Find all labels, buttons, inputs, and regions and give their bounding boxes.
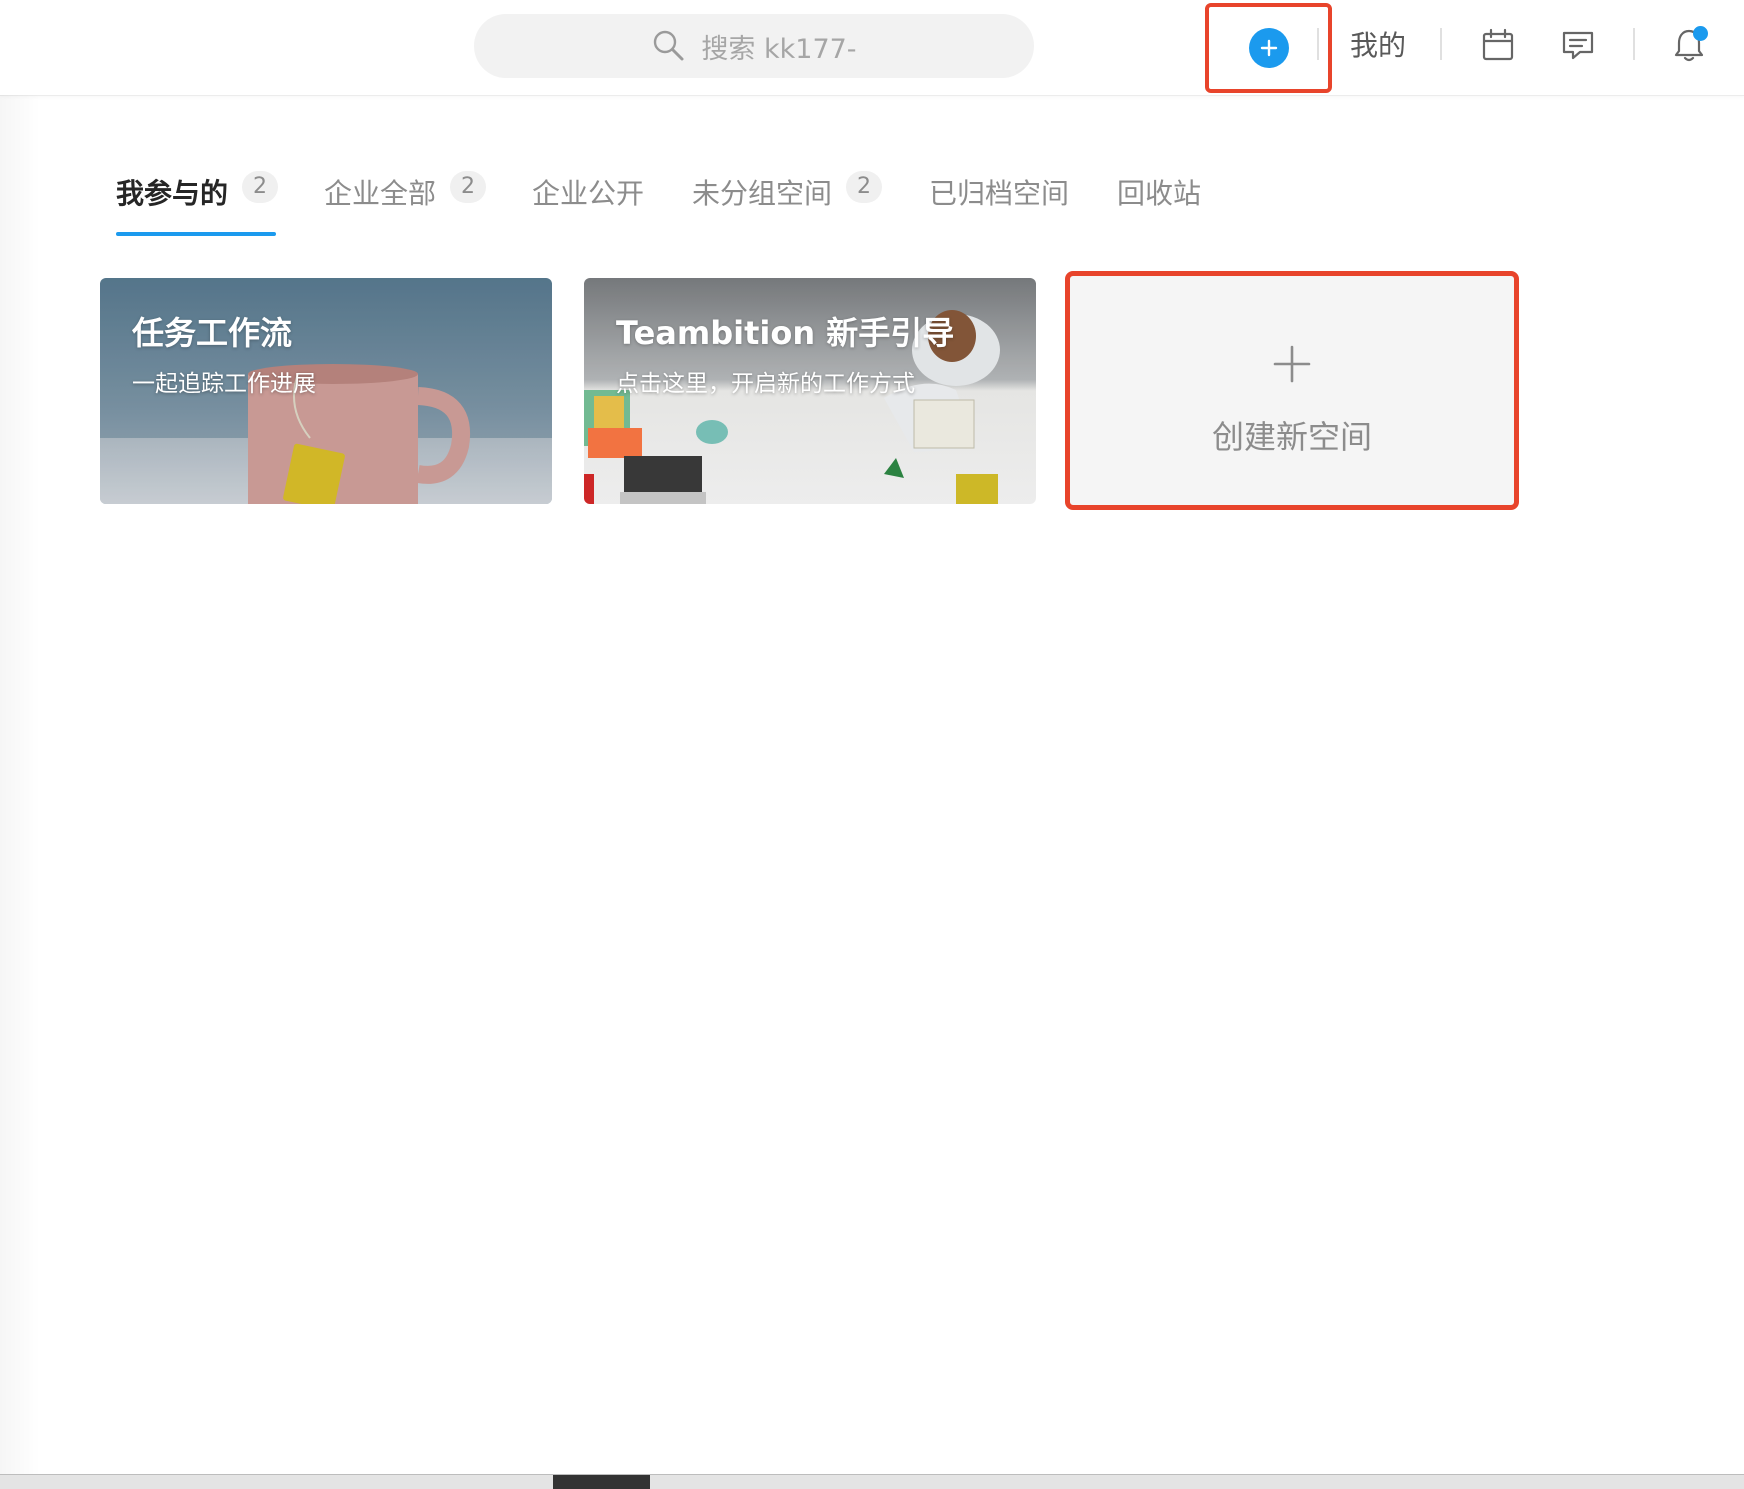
top-bar: 搜索 kk177- 我的 — [0, 0, 1744, 96]
divider — [1633, 28, 1635, 60]
create-space-label: 创建新空间 — [1211, 418, 1372, 456]
space-card-task-workflow[interactable]: 任务工作流 一起追踪工作进展 — [100, 278, 552, 504]
tab-count: 2 — [242, 171, 279, 203]
add-button[interactable] — [1248, 28, 1289, 68]
tab-enterprise-all[interactable]: 企业全部 2 — [324, 171, 487, 242]
tab-participating[interactable]: 我参与的 2 — [116, 171, 279, 242]
tab-recycle-bin[interactable]: 回收站 — [1117, 172, 1201, 242]
tab-label: 企业全部 — [324, 177, 437, 210]
active-tab-underline — [116, 232, 276, 236]
bottom-window-edge — [0, 1474, 1744, 1489]
space-card-teambition-guide[interactable]: Teambition 新手引导 点击这里，开启新的工作方式 — [584, 278, 1036, 504]
card-title: Teambition 新手引导 — [616, 314, 955, 352]
divider — [1317, 28, 1319, 60]
message-icon[interactable] — [1560, 27, 1596, 63]
highlight-add-frame — [1205, 3, 1332, 93]
bottom-dark-segment — [553, 1475, 650, 1489]
tab-label: 已归档空间 — [929, 177, 1070, 210]
search-icon — [654, 30, 684, 61]
tab-label: 回收站 — [1117, 177, 1202, 210]
notification-dot — [1693, 26, 1708, 41]
tab-enterprise-public[interactable]: 企业公开 — [532, 172, 644, 242]
left-edge-shadow — [0, 95, 40, 1475]
tab-label: 企业公开 — [532, 177, 645, 210]
create-space-card[interactable]: 创建新空间 — [1065, 271, 1519, 510]
tab-count: 2 — [450, 171, 487, 203]
search-placeholder: 搜索 kk177- — [701, 33, 857, 65]
calendar-icon[interactable] — [1480, 27, 1516, 63]
tab-ungrouped[interactable]: 未分组空间 2 — [692, 171, 883, 242]
tab-label: 未分组空间 — [692, 177, 833, 210]
tab-label: 我参与的 — [116, 177, 229, 210]
divider — [1440, 28, 1442, 60]
card-title: 任务工作流 — [132, 314, 293, 352]
plus-icon — [1260, 39, 1277, 57]
search-box[interactable]: 搜索 kk177- — [474, 14, 1034, 78]
plus-icon — [1273, 345, 1311, 383]
card-subtitle: 一起追踪工作进展 — [132, 371, 316, 397]
tab-count: 2 — [846, 171, 883, 203]
mine-link[interactable]: 我的 — [1350, 24, 1406, 64]
card-subtitle: 点击这里，开启新的工作方式 — [616, 371, 915, 397]
tab-archived[interactable]: 已归档空间 — [929, 172, 1069, 242]
